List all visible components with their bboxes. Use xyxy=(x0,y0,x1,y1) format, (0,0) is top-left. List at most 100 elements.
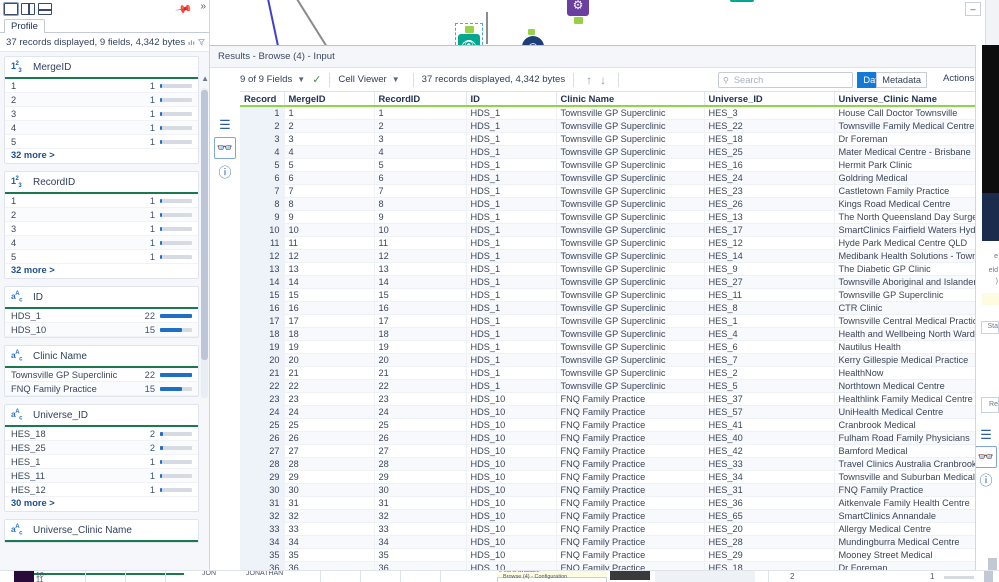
table-cell[interactable]: 36 xyxy=(284,561,374,570)
table-row[interactable]: 777HDS_1Townsville GP SuperclinicHES_23C… xyxy=(240,184,999,197)
table-cell[interactable]: Townsville GP Superclinic xyxy=(556,197,704,210)
table-cell[interactable]: 8 xyxy=(374,197,466,210)
check-icon[interactable]: ✓ xyxy=(312,73,321,86)
table-cell[interactable]: Townsville GP Superclinic xyxy=(556,353,704,366)
split-vertical-layout-icon[interactable] xyxy=(21,3,35,15)
table-cell[interactable]: HES_25 xyxy=(704,145,834,158)
profile-more-link[interactable]: 32 more > xyxy=(5,264,198,278)
table-cell[interactable]: 29 xyxy=(284,470,374,483)
table-cell[interactable]: Townsville GP Superclinic xyxy=(556,158,704,171)
profile-value-row[interactable]: FNQ Family Practice15 xyxy=(5,382,198,396)
profile-field-card[interactable]: 123RecordID112131415132 more > xyxy=(4,171,199,279)
table-cell[interactable]: 20 xyxy=(284,353,374,366)
row-number-cell[interactable]: 4 xyxy=(240,145,284,158)
table-cell[interactable]: HDS_10 xyxy=(466,496,556,509)
table-cell[interactable]: HES_18 xyxy=(704,561,834,570)
node-output-port[interactable] xyxy=(574,17,583,24)
workflow-canvas[interactable]: 👁 ◎ ⚙ – xyxy=(210,0,999,45)
table-cell[interactable]: Townsville GP Superclinic xyxy=(556,288,704,301)
table-row[interactable]: 252525HDS_10FNQ Family PracticeHES_41Cra… xyxy=(240,418,999,431)
table-cell[interactable]: HDS_10 xyxy=(466,483,556,496)
table-row[interactable]: 888HDS_1Townsville GP SuperclinicHES_26K… xyxy=(240,197,999,210)
row-number-cell[interactable]: 7 xyxy=(240,184,284,197)
chart-icon[interactable] xyxy=(188,36,195,48)
table-cell[interactable]: 27 xyxy=(284,444,374,457)
table-cell[interactable]: 16 xyxy=(284,301,374,314)
table-cell[interactable]: 7 xyxy=(374,184,466,197)
node-input-port[interactable] xyxy=(465,26,474,33)
row-number-cell[interactable]: 1 xyxy=(240,106,284,119)
table-cell[interactable]: HDS_10 xyxy=(466,561,556,570)
help-icon[interactable]: ⓘ xyxy=(975,468,997,490)
minimize-button[interactable]: – xyxy=(965,2,981,16)
row-number-cell[interactable]: 15 xyxy=(240,288,284,301)
table-cell[interactable]: HDS_1 xyxy=(466,197,556,210)
table-cell[interactable]: HES_31 xyxy=(704,483,834,496)
row-number-cell[interactable]: 16 xyxy=(240,301,284,314)
table-row[interactable]: 242424HDS_10FNQ Family PracticeHES_57Uni… xyxy=(240,405,999,418)
table-cell[interactable]: 10 xyxy=(374,223,466,236)
table-cell[interactable]: HDS_1 xyxy=(466,132,556,145)
table-cell[interactable]: 19 xyxy=(374,340,466,353)
table-cell[interactable]: 1 xyxy=(284,106,374,119)
table-cell[interactable]: HDS_1 xyxy=(466,106,556,119)
row-number-cell[interactable]: 21 xyxy=(240,366,284,379)
scroll-up-icon[interactable]: ▲ xyxy=(201,74,209,83)
search-input[interactable] xyxy=(732,74,842,86)
cell-viewer-label[interactable]: Cell Viewer xyxy=(338,74,386,85)
table-cell[interactable]: 23 xyxy=(374,392,466,405)
profile-field-card[interactable]: aAcUniverse_Clinic Name xyxy=(4,519,199,543)
table-cell[interactable]: Townsville GP Superclinic xyxy=(556,236,704,249)
row-number-cell[interactable]: 35 xyxy=(240,548,284,561)
row-number-cell[interactable]: 36 xyxy=(240,561,284,570)
table-cell[interactable]: 19 xyxy=(284,340,374,353)
union-tool-icon[interactable]: ◎ xyxy=(522,36,544,45)
table-cell[interactable]: HES_11 xyxy=(704,288,834,301)
table-cell[interactable]: Townsville GP Superclinic xyxy=(556,171,704,184)
row-number-cell[interactable]: 32 xyxy=(240,509,284,522)
records-icon[interactable]: ☰ xyxy=(214,114,236,136)
table-cell[interactable]: Townsville GP Superclinic xyxy=(556,366,704,379)
table-cell[interactable]: HDS_10 xyxy=(466,522,556,535)
browse-icon[interactable]: 👓 xyxy=(214,137,236,159)
row-number-cell[interactable]: 22 xyxy=(240,379,284,392)
table-cell[interactable]: 35 xyxy=(374,548,466,561)
table-row[interactable]: 333333HDS_10FNQ Family PracticeHES_20All… xyxy=(240,522,999,535)
table-cell[interactable]: 26 xyxy=(284,431,374,444)
table-cell[interactable]: 33 xyxy=(374,522,466,535)
table-cell[interactable]: Townsville GP Superclinic xyxy=(556,327,704,340)
table-cell[interactable]: HES_26 xyxy=(704,197,834,210)
column-header[interactable]: ID xyxy=(466,92,556,106)
row-number-cell[interactable]: 18 xyxy=(240,327,284,340)
profile-value-row[interactable]: HES_11 xyxy=(5,455,198,469)
row-number-cell[interactable]: 9 xyxy=(240,210,284,223)
table-cell[interactable]: HDS_1 xyxy=(466,184,556,197)
table-cell[interactable]: HDS_1 xyxy=(466,119,556,132)
table-cell[interactable]: Townsville GP Superclinic xyxy=(556,210,704,223)
table-cell[interactable]: FNQ Family Practice xyxy=(556,405,704,418)
table-cell[interactable]: 15 xyxy=(284,288,374,301)
row-number-cell[interactable]: 3 xyxy=(240,132,284,145)
table-cell[interactable]: 24 xyxy=(374,405,466,418)
browse-icon[interactable]: 👓 xyxy=(975,446,997,468)
table-cell[interactable]: 21 xyxy=(284,366,374,379)
table-row[interactable]: 292929HDS_10FNQ Family PracticeHES_34Tow… xyxy=(240,470,999,483)
table-cell[interactable]: 15 xyxy=(374,288,466,301)
table-cell[interactable]: 32 xyxy=(284,509,374,522)
profile-scrollbar-thumb[interactable] xyxy=(201,90,208,360)
table-cell[interactable]: HES_3 xyxy=(704,106,834,119)
table-cell[interactable]: HDS_10 xyxy=(466,418,556,431)
arrow-up-icon[interactable]: ↑ xyxy=(586,73,592,87)
table-cell[interactable]: HES_5 xyxy=(704,379,834,392)
table-cell[interactable]: HDS_1 xyxy=(466,210,556,223)
table-cell[interactable]: 11 xyxy=(374,236,466,249)
row-number-cell[interactable]: 12 xyxy=(240,249,284,262)
table-cell[interactable]: FNQ Family Practice xyxy=(556,483,704,496)
profile-value-row[interactable]: 21 xyxy=(5,208,198,222)
table-cell[interactable]: FNQ Family Practice xyxy=(556,522,704,535)
table-cell[interactable]: Townsville GP Superclinic xyxy=(556,106,704,119)
table-row[interactable]: 212121HDS_1Townsville GP SuperclinicHES_… xyxy=(240,366,999,379)
table-row[interactable]: 181818HDS_1Townsville GP SuperclinicHES_… xyxy=(240,327,999,340)
table-cell[interactable]: 32 xyxy=(374,509,466,522)
row-number-cell[interactable]: 27 xyxy=(240,444,284,457)
